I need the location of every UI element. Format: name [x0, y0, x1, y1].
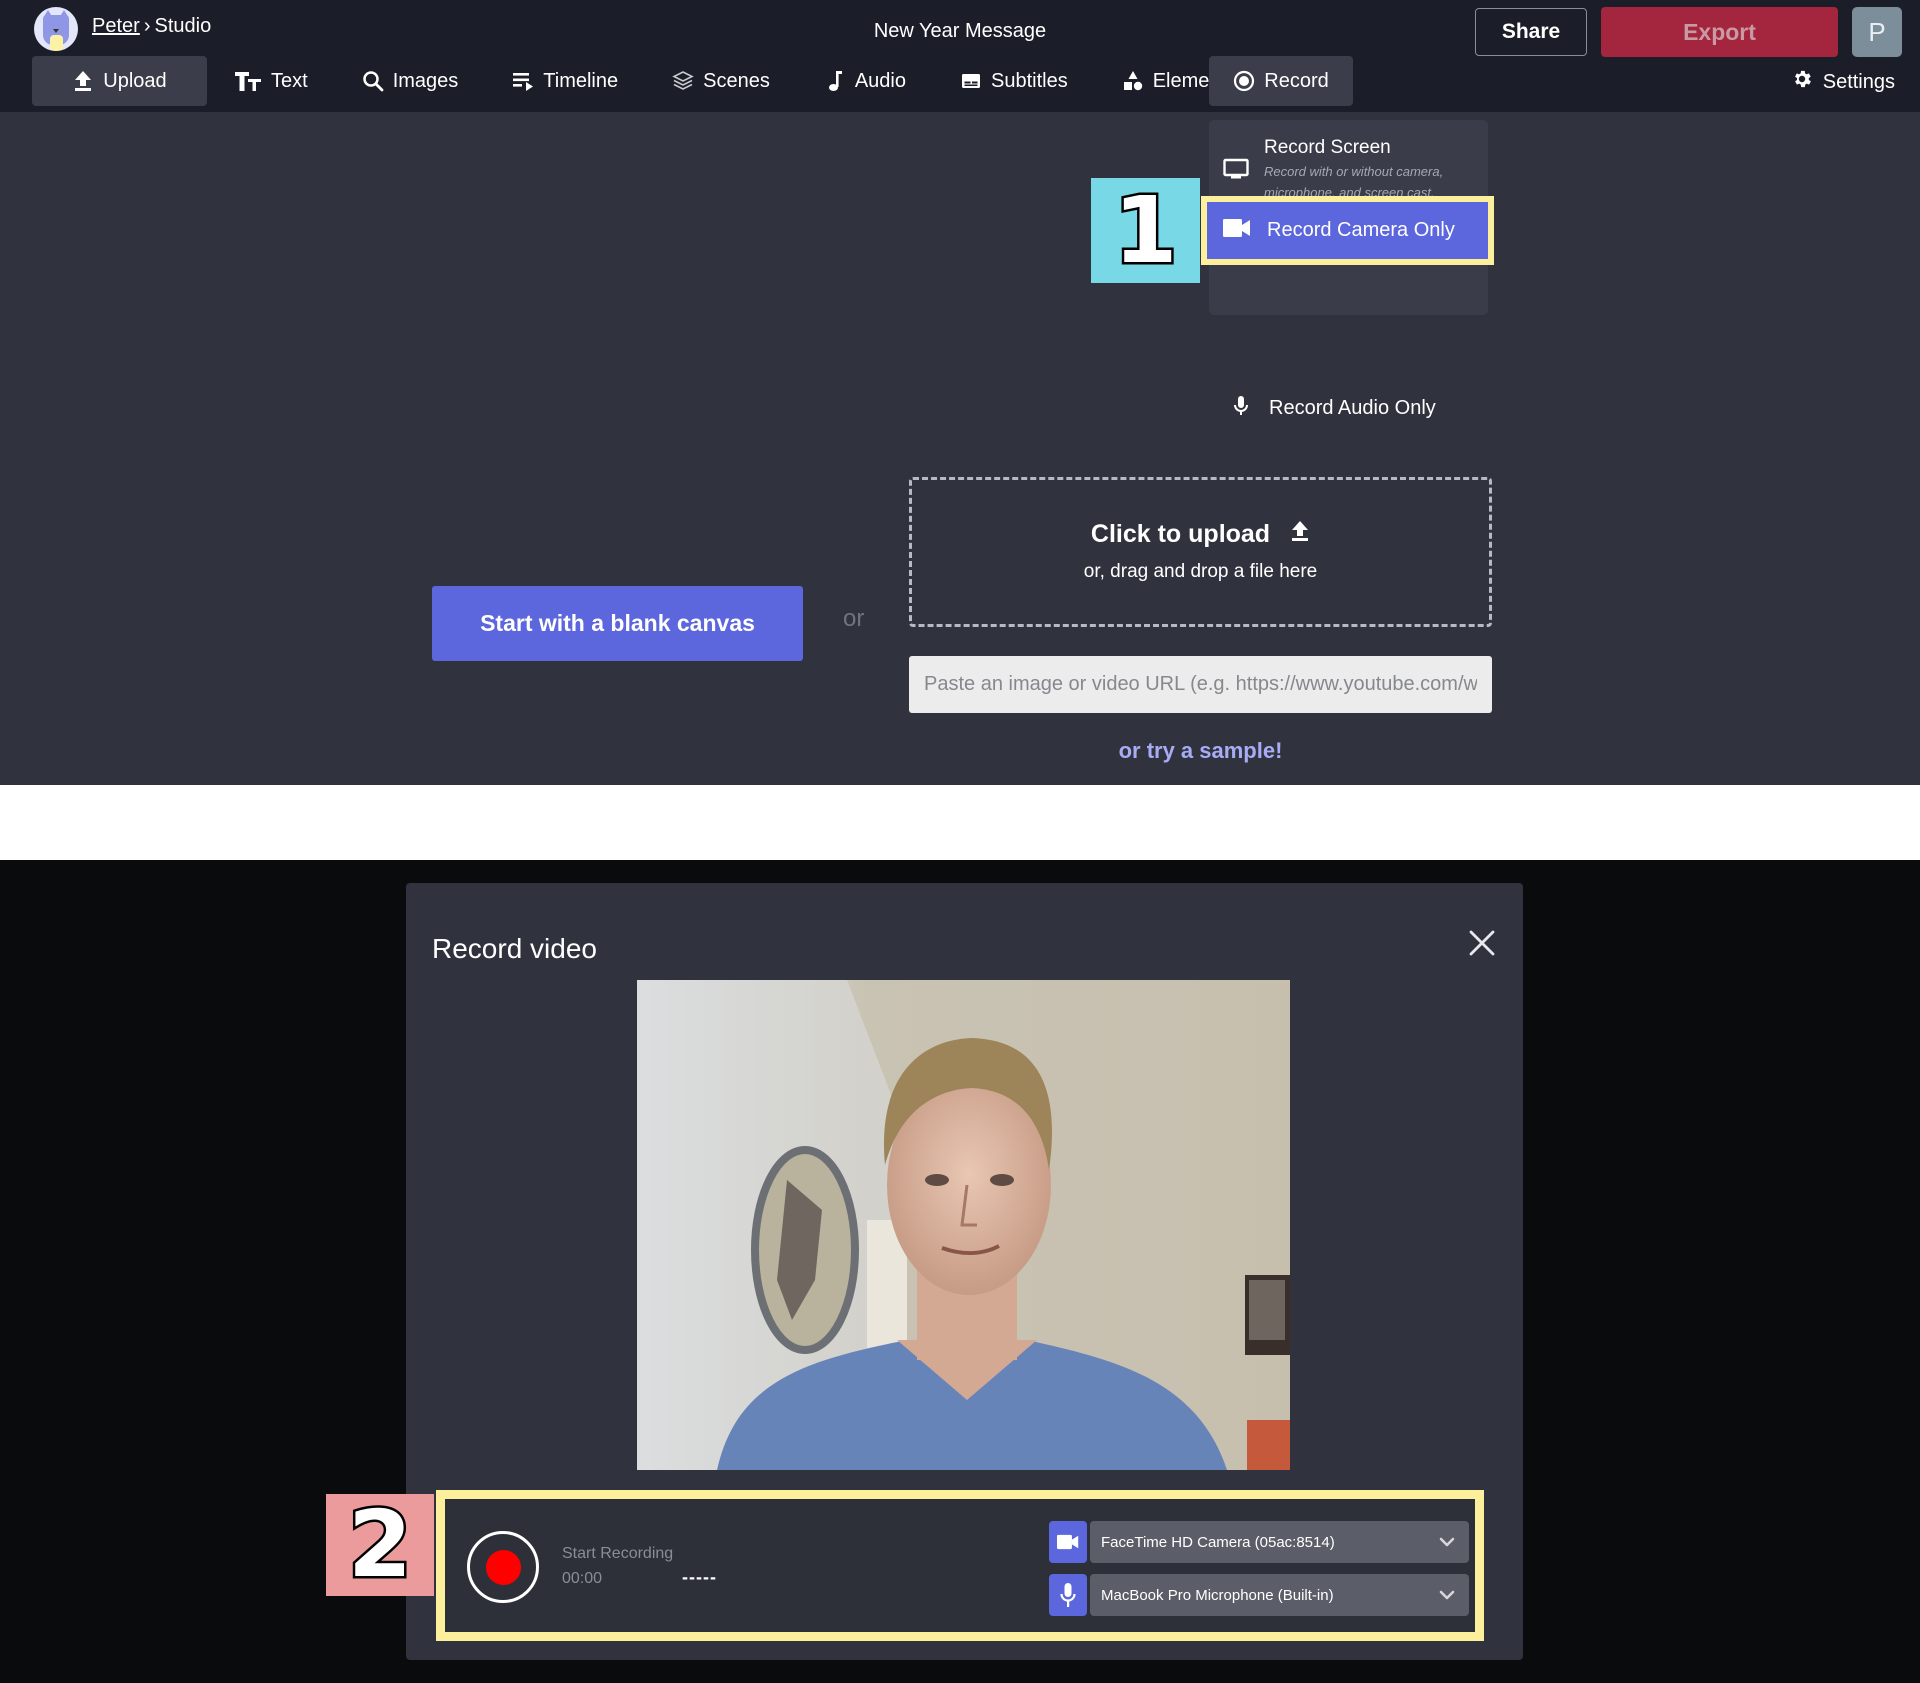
webcam-person-image	[637, 980, 1290, 1470]
step-callout-1: 1	[1091, 178, 1200, 283]
blank-canvas-button[interactable]: Start with a blank canvas	[432, 586, 803, 661]
nav-audio[interactable]: Audio	[797, 56, 933, 106]
breadcrumb: Peter › Studio	[92, 15, 211, 38]
nav-label: Audio	[854, 69, 906, 92]
step-number: 1	[1111, 176, 1180, 284]
recording-controls: Start Recording 00:00 ----- FaceTime HD …	[436, 1490, 1484, 1641]
monitor-icon	[1223, 158, 1249, 185]
camera-select-value: FaceTime HD Camera (05ac:8514)	[1101, 1533, 1335, 1551]
upload-icon	[1290, 520, 1310, 549]
nav-images[interactable]: Images	[335, 56, 486, 106]
search-icon	[362, 70, 384, 92]
breadcrumb-separator: ›	[143, 15, 151, 37]
main-nav: Upload Text Images Timeline Scenes Audio…	[32, 56, 1353, 106]
nav-label: Scenes	[703, 69, 770, 92]
microphone-select-value: MacBook Pro Microphone (Built-in)	[1101, 1586, 1334, 1604]
settings-label: Settings	[1822, 70, 1895, 93]
top-bar: Peter › Studio New Year Message Share Expo…	[0, 0, 1920, 112]
microphone-device-row: MacBook Pro Microphone (Built-in)	[1049, 1574, 1469, 1616]
shapes-icon	[1122, 70, 1144, 92]
nav-label: Upload	[103, 69, 167, 92]
menu-item-record-screen[interactable]: Record Screen Record with or without cam…	[1209, 128, 1488, 206]
breadcrumb-user-link[interactable]: Peter	[92, 15, 140, 37]
close-icon	[1469, 930, 1495, 961]
editor-screenshot: Peter › Studio New Year Message Share Expo…	[0, 0, 1920, 785]
subtitles-icon	[960, 70, 982, 92]
menu-item-record-audio[interactable]: Record Audio Only	[1209, 387, 1488, 429]
nav-label: Text	[271, 69, 308, 92]
microphone-icon	[1049, 1574, 1087, 1616]
menu-item-label: Record Camera Only	[1267, 219, 1455, 241]
nav-label: Record	[1264, 69, 1329, 92]
media-url-input[interactable]	[909, 656, 1492, 713]
video-camera-icon	[1223, 218, 1251, 243]
nav-text[interactable]: Text	[207, 56, 335, 106]
music-note-icon	[824, 70, 846, 92]
or-separator: or	[843, 605, 865, 632]
nav-label: Timeline	[543, 69, 619, 92]
step-callout-2: 2	[326, 1494, 434, 1596]
project-title[interactable]: New Year Message	[874, 20, 1046, 42]
upload-dropzone[interactable]: Click to upload or, drag and drop a file…	[909, 477, 1492, 627]
nav-label: Images	[392, 69, 459, 92]
record-video-modal: Record video Start Recording 00:00 -----…	[406, 883, 1523, 1660]
record-icon	[1233, 70, 1255, 92]
chevron-down-icon	[1439, 1534, 1455, 1551]
export-button[interactable]: Export	[1601, 7, 1838, 57]
nav-record[interactable]: Record	[1209, 56, 1353, 106]
close-button[interactable]	[1464, 927, 1500, 963]
recording-status: Start Recording	[562, 1545, 674, 1562]
upload-subtitle: or, drag and drop a file here	[1083, 561, 1318, 582]
user-menu-button[interactable]: P	[1852, 7, 1902, 57]
nav-timeline[interactable]: Timeline	[485, 56, 645, 106]
try-sample-link[interactable]: or try a sample!	[909, 738, 1492, 764]
nav-upload[interactable]: Upload	[32, 56, 207, 106]
video-camera-icon	[1049, 1521, 1087, 1563]
record-dot-icon	[485, 1549, 521, 1585]
modal-title: Record video	[432, 933, 597, 964]
step-number: 2	[345, 1491, 414, 1598]
layers-icon	[672, 70, 694, 92]
record-modal-screenshot: Record video Start Recording 00:00 -----…	[0, 860, 1920, 1683]
menu-item-label: Record Audio Only	[1269, 396, 1436, 419]
settings-button[interactable]: Settings	[1791, 68, 1895, 96]
camera-preview	[637, 980, 1290, 1470]
camera-device-row: FaceTime HD Camera (05ac:8514)	[1049, 1521, 1469, 1563]
menu-item-label: Record Screen	[1264, 137, 1391, 158]
start-recording-button[interactable]	[467, 1531, 539, 1603]
share-button[interactable]: Share	[1475, 8, 1587, 56]
gear-icon	[1791, 68, 1813, 96]
upload-title: Click to upload	[1090, 520, 1271, 548]
timeline-icon	[512, 70, 534, 92]
audio-level-meter: -----	[682, 1567, 717, 1587]
recording-timer: 00:00	[562, 1570, 603, 1587]
chevron-down-icon	[1439, 1587, 1455, 1604]
user-avatar-icon[interactable]	[34, 7, 78, 51]
text-icon	[234, 70, 262, 92]
upload-icon	[72, 70, 94, 92]
camera-select[interactable]: FaceTime HD Camera (05ac:8514)	[1090, 1521, 1469, 1563]
nav-subtitles[interactable]: Subtitles	[933, 56, 1095, 106]
breadcrumb-section: Studio	[154, 15, 212, 37]
microphone-icon	[1233, 395, 1249, 422]
nav-scenes[interactable]: Scenes	[645, 56, 797, 106]
microphone-select[interactable]: MacBook Pro Microphone (Built-in)	[1090, 1574, 1469, 1616]
menu-item-record-camera[interactable]: Record Camera Only	[1201, 196, 1494, 265]
nav-label: Subtitles	[991, 69, 1068, 92]
